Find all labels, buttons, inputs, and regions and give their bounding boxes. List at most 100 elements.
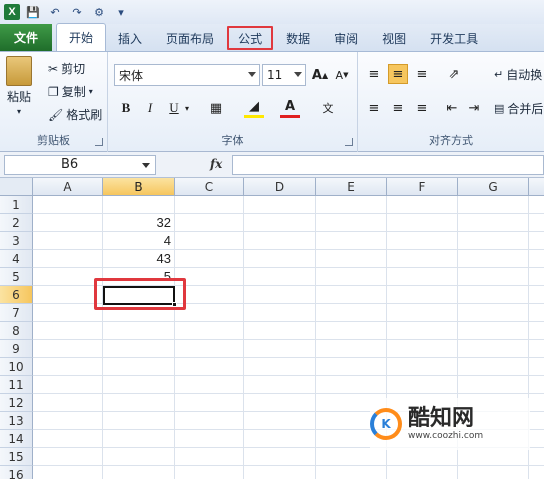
row-header-2[interactable]: 2 <box>0 214 33 232</box>
tab-data[interactable]: 数据 <box>274 25 322 51</box>
watermark-url: www.coozhi.com <box>408 431 484 441</box>
tab-view[interactable]: 视图 <box>370 25 418 51</box>
font-group-label: 字体 <box>221 134 244 147</box>
row-header-4[interactable]: 4 <box>0 250 33 268</box>
align-top-icon[interactable]: ≡ <box>364 64 384 84</box>
row-header-3[interactable]: 3 <box>0 232 33 250</box>
font-name-combo[interactable]: 宋体 <box>114 64 260 86</box>
cut-button[interactable]: ✂ 剪切 <box>48 60 85 77</box>
column-header-e[interactable]: E <box>316 178 387 196</box>
increase-indent-icon[interactable]: ⇥ <box>464 98 484 118</box>
row-header-8[interactable]: 8 <box>0 322 33 340</box>
insert-function-icon[interactable]: fx <box>210 157 222 171</box>
grow-font-button[interactable]: A ▲ <box>310 65 330 85</box>
chevron-down-icon[interactable] <box>248 72 256 77</box>
excel-logo-icon[interactable]: X <box>4 4 20 20</box>
copy-button[interactable]: ❐ 复制 ▾ <box>48 83 93 100</box>
shrink-font-button[interactable]: A ▼ <box>332 65 352 85</box>
row-header-14[interactable]: 14 <box>0 430 33 448</box>
quick-access-toolbar: X 💾 ↶ ↷ ⚙ ▾ <box>0 0 544 24</box>
border-icon[interactable]: ▦ <box>206 98 226 118</box>
grid-line <box>33 393 544 394</box>
cell-b3[interactable]: 4 <box>103 232 175 250</box>
formula-bar: B6 fx <box>0 152 544 178</box>
font-size-combo[interactable]: 11 <box>262 64 306 86</box>
column-header-a[interactable]: A <box>33 178 103 196</box>
row-header-9[interactable]: 9 <box>0 340 33 358</box>
brush-icon: 🖌 <box>48 107 64 122</box>
coozhi-logo-icon: K <box>370 408 402 440</box>
column-header-partial[interactable] <box>529 178 544 196</box>
tab-formulas[interactable]: 公式 <box>226 25 274 51</box>
wrap-text-button[interactable]: ↵ 自动换 <box>494 66 542 83</box>
tab-insert[interactable]: 插入 <box>106 25 154 51</box>
select-all-button[interactable] <box>0 178 33 196</box>
highlight-box <box>94 278 186 310</box>
orientation-icon[interactable]: ⇗ <box>444 64 464 84</box>
phonetic-icon[interactable]: 文 <box>318 98 338 118</box>
scissors-icon: ✂ <box>48 61 59 76</box>
copy-icon: ❐ <box>48 84 59 99</box>
underline-button[interactable]: U <box>164 98 184 118</box>
name-box[interactable]: B6 <box>4 155 156 175</box>
chevron-down-icon[interactable]: ▾ <box>112 3 130 21</box>
paste-icon <box>6 56 32 86</box>
formula-input[interactable] <box>232 155 544 175</box>
watermark: K 酷知网 www.coozhi.com <box>370 398 530 450</box>
tab-page-layout[interactable]: 页面布局 <box>154 25 226 51</box>
tab-home[interactable]: 开始 <box>56 23 107 51</box>
row-header-11[interactable]: 11 <box>0 376 33 394</box>
grid-line <box>33 357 544 358</box>
tab-file[interactable]: 文件 <box>0 24 53 51</box>
align-left-icon[interactable]: ≡ <box>364 98 384 118</box>
chevron-down-icon[interactable] <box>142 163 150 168</box>
wrap-text-icon: ↵ <box>494 68 504 81</box>
format-painter-button[interactable]: 🖌 格式刷 <box>48 106 102 123</box>
italic-button[interactable]: I <box>140 98 160 118</box>
column-header-b[interactable]: B <box>103 178 175 196</box>
decrease-indent-icon[interactable]: ⇤ <box>442 98 462 118</box>
row-header-13[interactable]: 13 <box>0 412 33 430</box>
save-icon[interactable]: 💾 <box>24 3 42 21</box>
chevron-down-icon: ▾ <box>16 107 21 116</box>
column-header-g[interactable]: G <box>458 178 529 196</box>
chevron-down-icon: ▾ <box>88 87 93 96</box>
tab-review[interactable]: 审阅 <box>322 25 370 51</box>
fill-color-icon[interactable]: ◢ <box>244 98 264 118</box>
tab-developer[interactable]: 开发工具 <box>418 25 490 51</box>
row-header-10[interactable]: 10 <box>0 358 33 376</box>
font-color-icon[interactable]: A <box>280 98 300 118</box>
cell-b2[interactable]: 32 <box>103 214 175 232</box>
merge-button[interactable]: ▤ 合并后 <box>494 100 543 117</box>
align-bottom-icon[interactable]: ≡ <box>412 64 432 84</box>
row-header-6[interactable]: 6 <box>0 286 33 304</box>
ribbon-tabs: 文件 开始 插入 页面布局 公式 数据 审阅 视图 开发工具 <box>0 23 544 52</box>
align-center-icon[interactable]: ≡ <box>388 98 408 118</box>
grid-line <box>33 339 544 340</box>
customize-icon[interactable]: ⚙ <box>90 3 108 21</box>
row-header-1[interactable]: 1 <box>0 196 33 214</box>
chevron-down-icon[interactable] <box>294 72 302 77</box>
row-header-15[interactable]: 15 <box>0 448 33 466</box>
dialog-launcher-icon[interactable] <box>345 138 353 146</box>
row-header-5[interactable]: 5 <box>0 268 33 286</box>
column-header-c[interactable]: C <box>175 178 244 196</box>
align-right-icon[interactable]: ≡ <box>412 98 432 118</box>
redo-icon[interactable]: ↷ <box>68 3 86 21</box>
row-header-16[interactable]: 16 <box>0 466 33 479</box>
cell-b4[interactable]: 43 <box>103 250 175 268</box>
paste-label: 粘贴 <box>6 90 31 104</box>
alignment-group: ≡ ≡ ≡ ⇗ ≡ ≡ ≡ ⇤ ⇥ ↵ 自动换 ▤ 合并后 对齐方式 <box>358 52 544 152</box>
align-middle-icon[interactable]: ≡ <box>388 64 408 84</box>
row-header-7[interactable]: 7 <box>0 304 33 322</box>
column-header-f[interactable]: F <box>387 178 458 196</box>
grow-font-label: A <box>311 67 322 83</box>
ribbon: 粘贴 ▾ ✂ 剪切 ❐ 复制 ▾ 🖌 格式刷 剪贴板 宋体 11 A▲ A▼ <box>0 52 544 152</box>
chevron-down-icon[interactable]: ▾ <box>182 98 192 118</box>
row-header-12[interactable]: 12 <box>0 394 33 412</box>
bold-button[interactable]: B <box>116 98 136 118</box>
dialog-launcher-icon[interactable] <box>95 138 103 146</box>
undo-icon[interactable]: ↶ <box>46 3 64 21</box>
column-header-d[interactable]: D <box>244 178 316 196</box>
paste-button[interactable]: 粘贴 ▾ <box>6 56 32 116</box>
